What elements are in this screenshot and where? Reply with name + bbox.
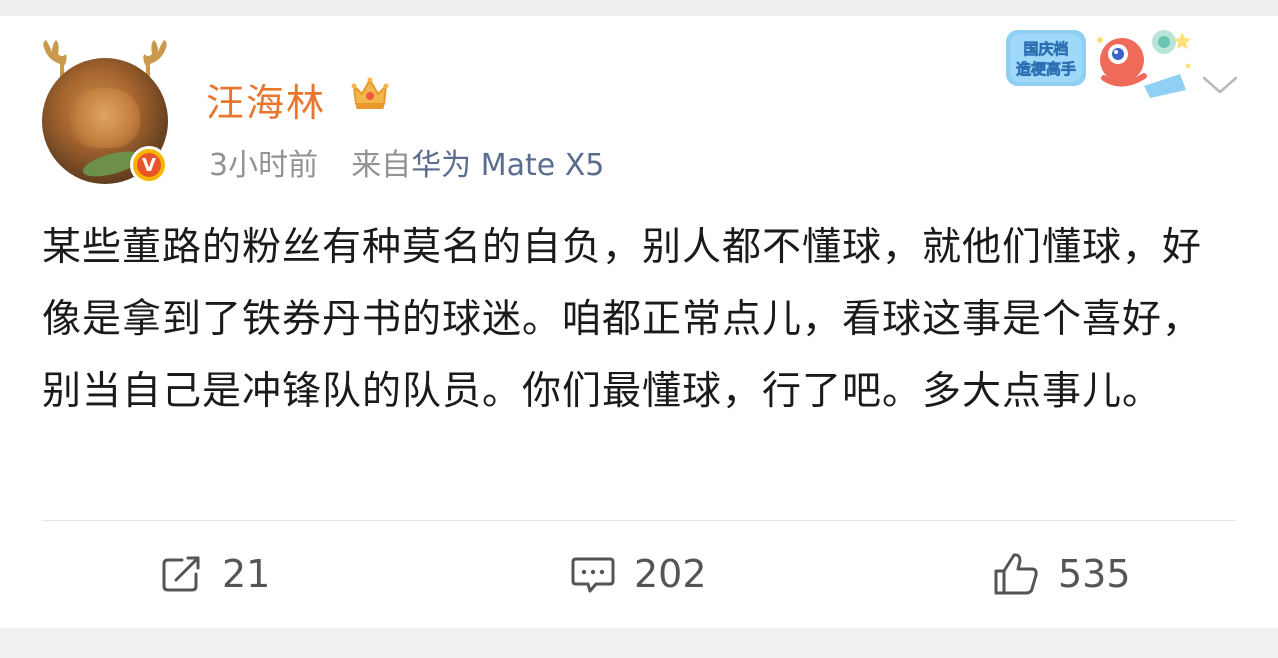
verified-badge-letter: V xyxy=(142,154,156,176)
bottom-band xyxy=(0,628,1278,658)
source-prefix: 来自 xyxy=(351,148,412,183)
avatar[interactable]: V xyxy=(38,36,174,188)
post-meta: 3小时前 来自华为 Mate X5 xyxy=(209,140,604,184)
crown-icon xyxy=(351,77,389,109)
thumbs-up-icon xyxy=(994,553,1038,595)
post-text: 某些董路的粉丝有种莫名的自负，别人都不懂球，就他们懂球，好像是拿到了铁券丹书的球… xyxy=(42,225,1203,414)
chevron-down-icon[interactable] xyxy=(1200,70,1240,100)
author-name[interactable]: 汪海林 xyxy=(206,72,326,127)
comment-count: 202 xyxy=(634,552,707,596)
promo-banner[interactable]: 国庆档 造梗高手 xyxy=(1004,20,1194,102)
promo-line2: 造梗高手 xyxy=(1016,60,1076,78)
promo-line1: 国庆档 xyxy=(1023,40,1068,58)
like-button[interactable]: 535 xyxy=(992,544,1131,604)
edit-share-icon xyxy=(162,556,200,592)
source-device[interactable]: 华为 Mate X5 xyxy=(411,148,604,183)
top-band xyxy=(0,0,1278,16)
comment-button[interactable]: 202 xyxy=(570,544,707,604)
cat-face xyxy=(70,88,140,148)
divider xyxy=(42,520,1236,521)
like-count: 535 xyxy=(1058,552,1131,596)
verified-badge-icon: V xyxy=(130,146,168,184)
repost-button[interactable]: 21 xyxy=(160,544,270,604)
comment-icon xyxy=(571,557,615,593)
repost-count: 21 xyxy=(222,552,271,596)
post-time: 3小时前 xyxy=(209,148,319,183)
